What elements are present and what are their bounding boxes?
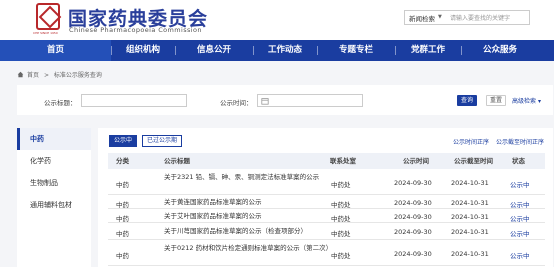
nav-item-work-news[interactable]: 工作动态: [253, 40, 317, 61]
row-date: 2024-09-30: [394, 228, 432, 236]
column-header-category: 分类: [116, 157, 129, 165]
chevron-down-icon[interactable]: ▼: [438, 14, 442, 20]
title-filter-input[interactable]: [81, 94, 187, 107]
row-dept: 中药处: [331, 252, 351, 260]
commission-logo-icon[interactable]: [36, 3, 60, 30]
table-row[interactable]: 中药 关于黄连国家药品标准草案的公示 中药处 2024-09-30 2024-1…: [108, 196, 545, 209]
row-deadline: 2024-10-31: [451, 250, 489, 258]
nav-item-home[interactable]: 首页: [0, 40, 111, 61]
advanced-search-link[interactable]: 高级检索 ▾: [512, 96, 541, 105]
time-filter-label: 公示时间：: [220, 99, 253, 107]
sort-by-time[interactable]: 公示时间正序: [453, 137, 489, 146]
site-header: CHP SINCE 1950 国家药典委员会 Chinese Pharmacop…: [0, 0, 554, 40]
results-panel: 公示中 已过公示期 公示时间正序 公示截至时间正序 分类 公示标题 联系处室 公…: [98, 128, 553, 267]
logo-caption: CHP SINCE 1950: [33, 31, 58, 35]
row-title-link[interactable]: 关于2321 铅、镉、砷、汞、铜测定法标准草案的公示: [164, 173, 339, 182]
nav-item-info-disclosure[interactable]: 信息公开: [175, 40, 253, 61]
calendar-icon[interactable]: [261, 97, 269, 105]
column-header-deadline: 公示截至时间: [454, 157, 493, 165]
row-date: 2024-09-30: [394, 199, 432, 207]
nav-item-organization[interactable]: 组织机构: [111, 40, 175, 61]
table-row[interactable]: 中药 关于0212 药材和饮片检定通则标准草案的公示（第二次） 中药处 2024…: [108, 241, 545, 266]
breadcrumb-current: 标准公示服务查询: [53, 72, 102, 79]
title-filter-label: 公示标题：: [44, 99, 77, 107]
nav-item-party-work[interactable]: 党群工作: [395, 40, 461, 61]
row-deadline: 2024-10-31: [451, 199, 489, 207]
time-filter-input[interactable]: [257, 94, 363, 107]
home-icon: [17, 71, 24, 78]
column-header-title: 公示标题: [164, 157, 190, 165]
chevron-down-icon[interactable]: ▾: [538, 98, 541, 105]
sidebar-item-biologics[interactable]: 生物制品: [17, 172, 91, 194]
table-row[interactable]: 中药 关于川芎国家药品标准草案的公示（检查项部分） 中药处 2024-09-30…: [108, 224, 545, 240]
sidebar-item-excipients-packaging[interactable]: 通用辅料包材: [17, 194, 91, 216]
row-date: 2024-09-30: [394, 179, 432, 187]
sort-by-deadline[interactable]: 公示截至时间正序: [496, 137, 544, 146]
row-category: 中药: [116, 230, 129, 238]
column-header-date: 公示时间: [403, 157, 429, 165]
row-date: 2024-09-30: [394, 250, 432, 258]
row-dept: 中药处: [331, 215, 351, 223]
row-deadline: 2024-10-31: [451, 228, 489, 236]
row-deadline: 2024-10-31: [451, 213, 489, 221]
search-input[interactable]: 请输入要查找的关键字: [450, 13, 510, 22]
row-title-link[interactable]: 关于川芎国家药品标准草案的公示（检查项部分）: [164, 227, 339, 236]
sidebar-item-chemical-drugs[interactable]: 化学药: [17, 150, 91, 172]
row-category: 中药: [116, 181, 129, 189]
search-scope-select[interactable]: 新闻检索: [409, 13, 435, 23]
row-date: 2024-09-30: [394, 213, 432, 221]
row-title-link[interactable]: 关于黄连国家药品标准草案的公示: [164, 198, 339, 207]
table-row[interactable]: 中药 关于2321 铅、镉、砷、汞、铜测定法标准草案的公示 中药处 2024-0…: [108, 170, 545, 195]
table-header: 分类 公示标题 联系处室 公示时间 公示截至时间 状态: [108, 153, 545, 169]
query-button[interactable]: 查询: [457, 95, 477, 106]
row-category: 中药: [116, 201, 129, 209]
site-subtitle: Chinese Pharmacopoeia Commission: [69, 26, 202, 34]
tab-expired[interactable]: 已过公示期: [142, 135, 182, 147]
tab-in-publicity[interactable]: 公示中: [109, 135, 137, 147]
breadcrumb: 首页 > 标准公示服务查询: [17, 70, 102, 79]
row-status: 公示中: [510, 181, 530, 189]
row-deadline: 2024-10-31: [451, 179, 489, 187]
row-status: 公示中: [510, 230, 530, 238]
row-category: 中药: [116, 215, 129, 223]
breadcrumb-separator: >: [43, 72, 49, 79]
row-title-link[interactable]: 关于0212 药材和饮片检定通则标准草案的公示（第二次）: [164, 244, 339, 253]
filter-bar: 公示标题： 公示时间： 查询 重置 高级检索 ▾: [17, 85, 553, 115]
nav-item-special-topics[interactable]: 专题专栏: [317, 40, 395, 61]
row-status: 公示中: [510, 215, 530, 223]
row-status: 公示中: [510, 201, 530, 209]
table-row[interactable]: 中药 关于艾叶国家药品标准草案的公示 中药处 2024-09-30 2024-1…: [108, 210, 545, 223]
column-header-status: 状态: [512, 157, 525, 165]
breadcrumb-home[interactable]: 首页: [27, 72, 39, 79]
row-status: 公示中: [510, 252, 530, 260]
reset-button[interactable]: 重置: [486, 95, 506, 106]
main-nav: 首页 组织机构 信息公开 工作动态 专题专栏 党群工作 公众服务: [0, 40, 554, 61]
nav-item-public-service[interactable]: 公众服务: [461, 40, 539, 61]
row-dept: 中药处: [331, 230, 351, 238]
row-category: 中药: [116, 252, 129, 260]
row-dept: 中药处: [331, 201, 351, 209]
row-dept: 中药处: [331, 181, 351, 189]
category-sidebar: 中药 化学药 生物制品 通用辅料包材: [17, 128, 91, 267]
site-search-box[interactable]: 新闻检索 ▼ 请输入要查找的关键字: [404, 10, 530, 25]
row-title-link[interactable]: 关于艾叶国家药品标准草案的公示: [164, 212, 339, 221]
sidebar-item-chinese-medicine[interactable]: 中药: [17, 128, 91, 150]
column-header-dept: 联系处室: [330, 157, 356, 165]
